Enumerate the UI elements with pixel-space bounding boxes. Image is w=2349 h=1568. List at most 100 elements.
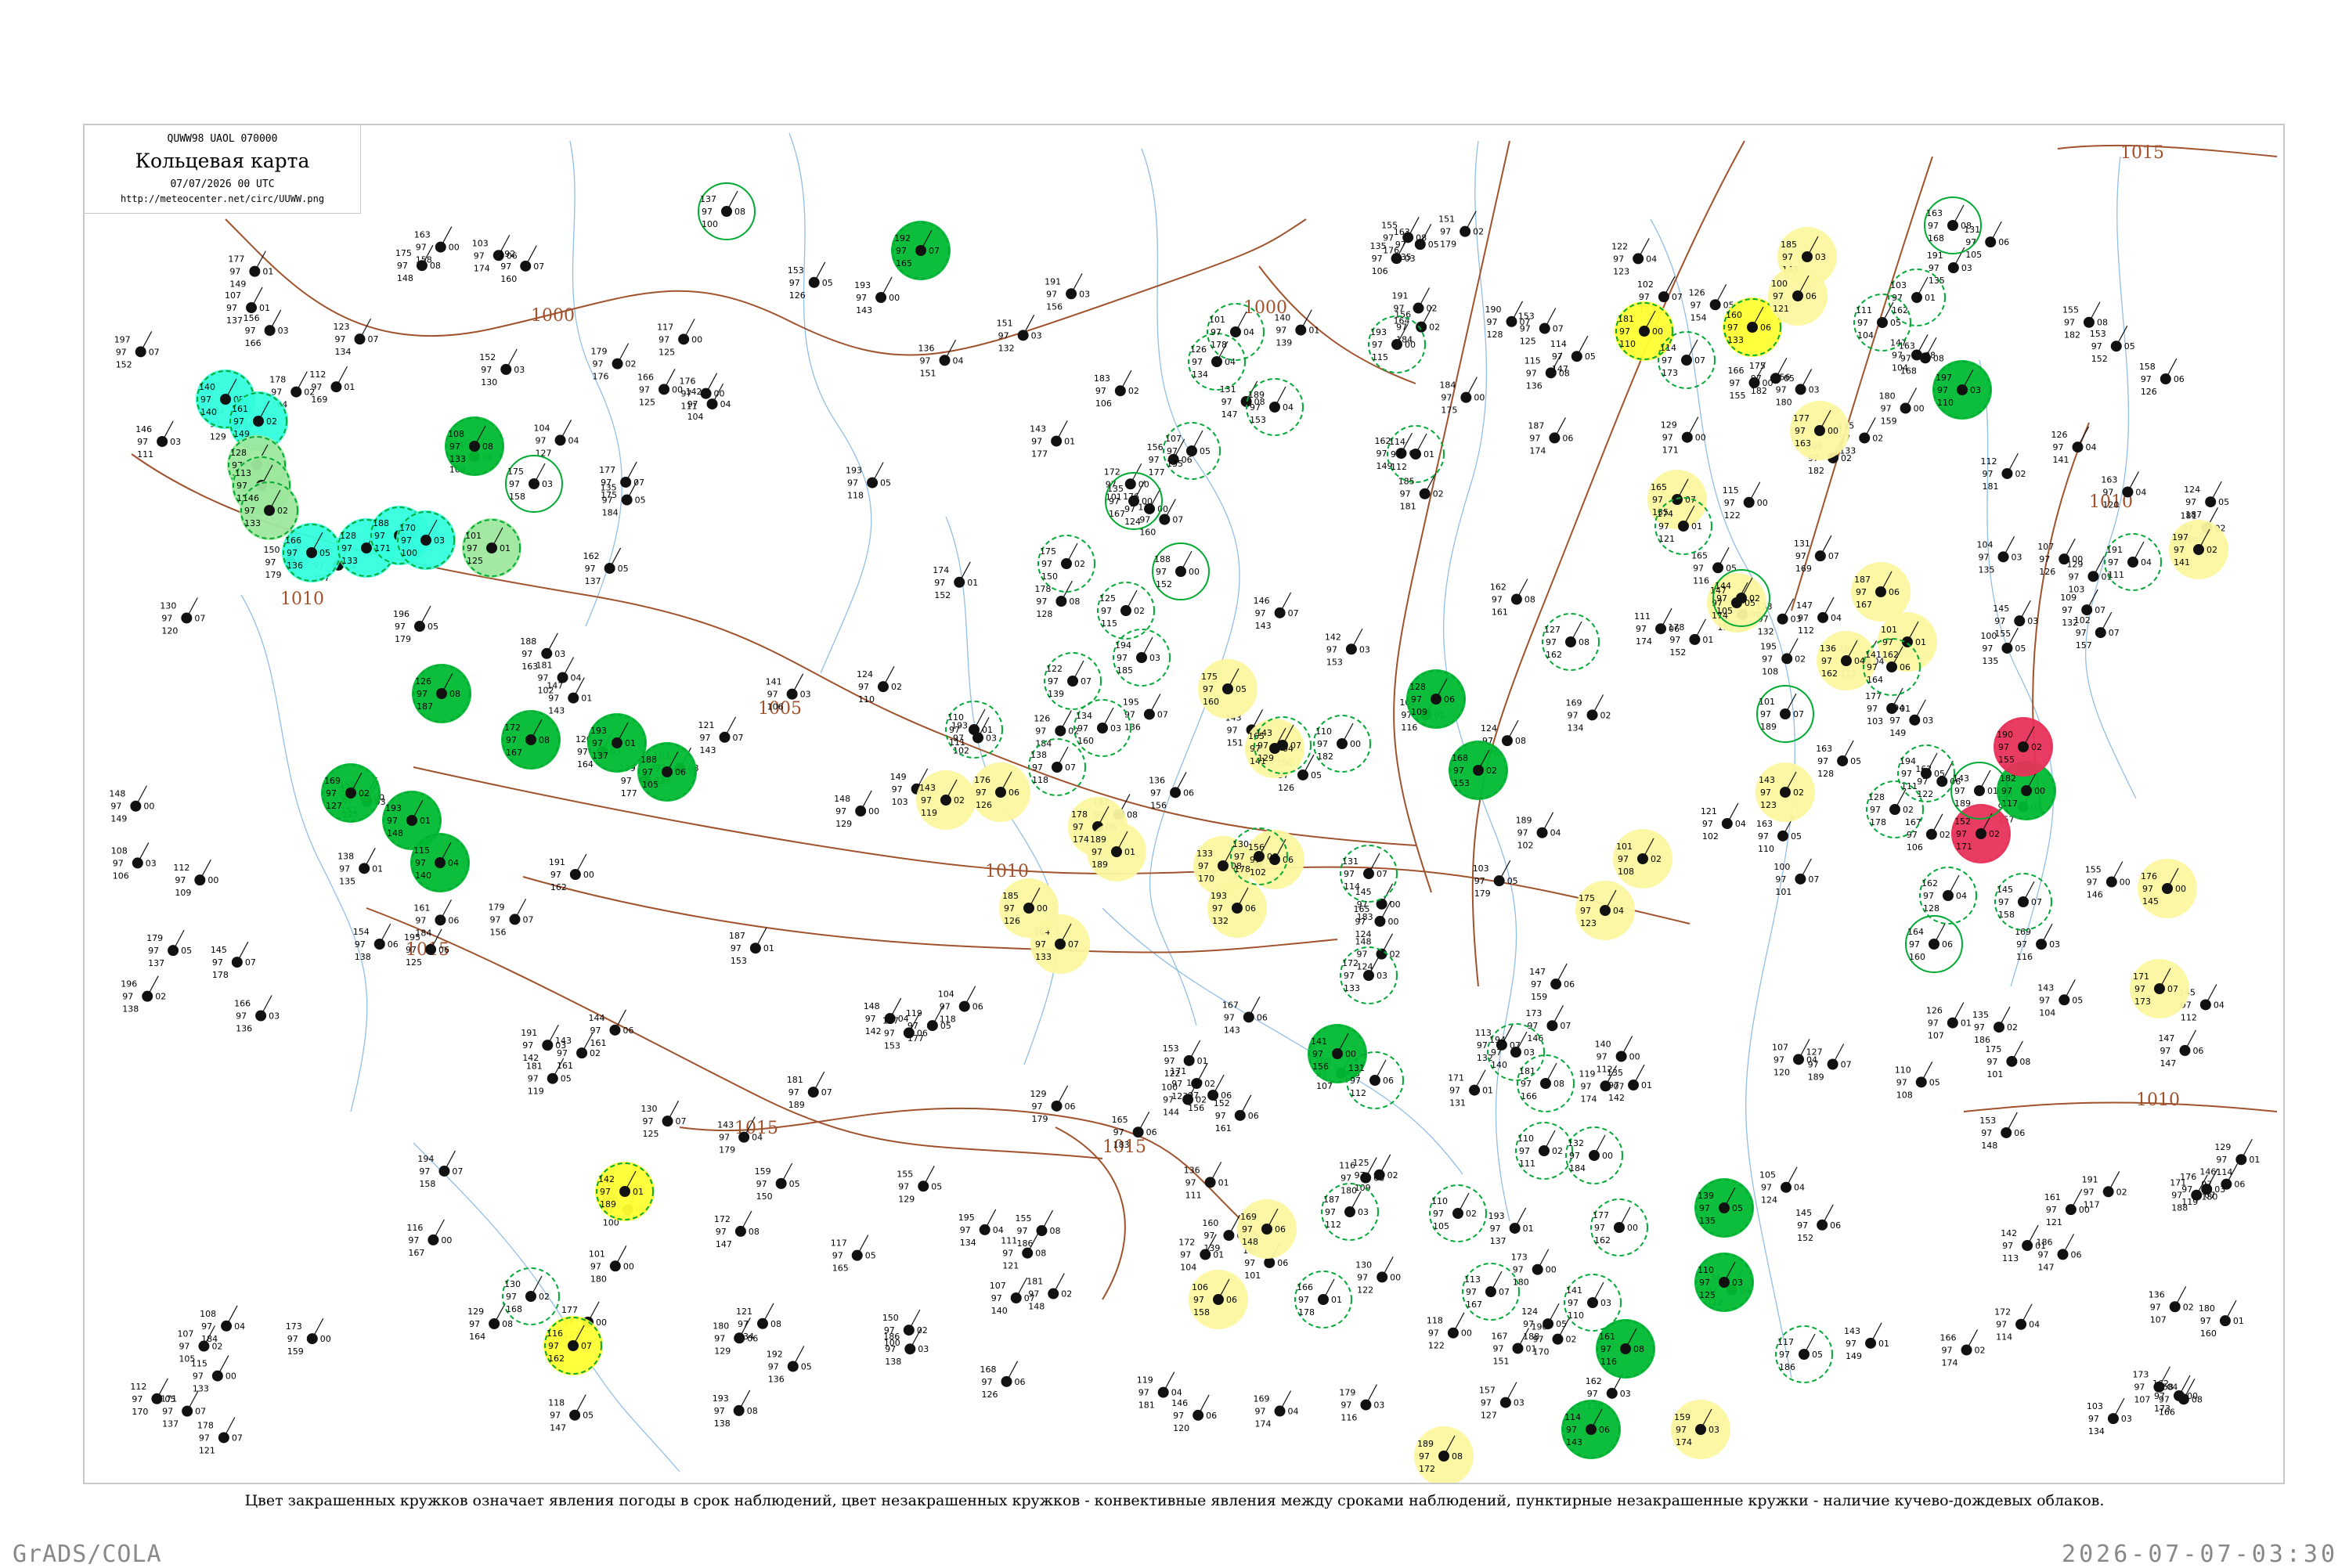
station-tendency: 03	[1524, 1047, 1535, 1058]
station-tendency: 07	[1157, 709, 1168, 719]
station-pressure: 160	[1202, 1218, 1218, 1228]
station-temp: 97	[1568, 1298, 1579, 1308]
station-pressure: 176	[2180, 1172, 2196, 1182]
station-dew: 179	[1032, 1114, 1048, 1124]
station-temp: 97	[1954, 786, 1965, 796]
station-temp: 97	[921, 795, 932, 806]
weather-station: 103 97 03 134	[2087, 1397, 2132, 1436]
station-tendency: 02	[1989, 829, 2000, 839]
station-temp: 97	[1519, 1146, 1530, 1156]
station-tendency: 02	[1651, 854, 1662, 864]
station-dew: 100	[702, 219, 718, 229]
station-temp: 97	[528, 1074, 539, 1084]
station-pressure: 154	[353, 927, 370, 937]
weather-station: 14797 04112	[1796, 597, 1842, 636]
station-tendency: 00	[1474, 393, 1485, 403]
station-temp: 97	[506, 1292, 517, 1302]
station-dew: 139	[1276, 338, 1292, 348]
station-pressure: 129	[2066, 559, 2083, 569]
station-tendency: 08	[747, 1406, 758, 1416]
weather-station: 185 97 00 126	[999, 878, 1059, 938]
station-temp: 97	[719, 1133, 730, 1143]
station-dew: 105	[642, 780, 659, 790]
weather-station: 153 97 05 152	[2090, 325, 2135, 364]
station-pressure: 100	[1771, 279, 1788, 289]
station-temp: 97	[536, 435, 547, 445]
station-tendency: 08	[749, 1227, 760, 1237]
station-dew: 138	[885, 1357, 901, 1367]
station-temp: 97	[1383, 232, 1394, 243]
station-temp: 97	[1317, 739, 1328, 749]
station-tendency: 03	[1815, 252, 1826, 262]
station-tendency: 03	[278, 326, 289, 336]
weather-station: 134 97 03 160	[1073, 699, 1131, 757]
weather-station: 126 97 01 107	[1926, 1002, 1972, 1041]
station-tendency: 04	[448, 858, 459, 868]
station-dew: 150	[1041, 571, 1058, 582]
station-temp: 97	[506, 735, 517, 745]
station-pressure: 131	[1342, 856, 1359, 867]
station-pressure: 110	[1315, 726, 1332, 737]
station-dew: 176	[593, 372, 609, 382]
station-pressure: 113	[1464, 1274, 1481, 1285]
station-pressure: 106	[1192, 1282, 1208, 1292]
station-tendency: 04	[2029, 1320, 2040, 1330]
station-pressure: 140	[199, 382, 215, 392]
station-pressure: 146	[1171, 1398, 1188, 1408]
weather-station: 13597 02186	[1972, 1006, 2018, 1045]
weather-station: 146 97 06 120	[1171, 1394, 1217, 1433]
weather-station: 193 97 06 132	[1207, 878, 1267, 938]
station-tendency: 02	[1387, 1170, 1398, 1181]
station-pressure: 100	[1161, 1083, 1178, 1093]
weather-station: 189 97 04 153	[1246, 378, 1304, 436]
station-temp: 97	[1164, 1056, 1175, 1066]
station-temp: 97	[2142, 884, 2153, 894]
station-tendency: 04	[752, 1133, 763, 1143]
station-temp: 97	[1113, 1127, 1124, 1137]
station-tendency: 08	[1267, 852, 1278, 862]
station-temp: 97	[548, 1341, 559, 1351]
station-dew: 110	[1758, 844, 1774, 854]
station-dew: 189	[1808, 1072, 1824, 1082]
weather-station: 179 97 07 156	[489, 899, 534, 937]
station-pressure: 104	[938, 989, 954, 1000]
weather-station: 121 97 07 143	[698, 716, 744, 755]
station-pressure: 102	[1637, 279, 1654, 290]
station-pressure: 175	[1201, 672, 1218, 682]
weather-station: 110 97 05 108	[1895, 1062, 1940, 1100]
station-tendency: 06	[1564, 979, 1575, 989]
weather-station: 192 97 07 160	[499, 245, 544, 284]
station-tendency: 06	[1669, 624, 1680, 634]
station-tendency: 05	[561, 1074, 572, 1084]
station-tendency: 00	[1390, 1272, 1401, 1282]
station-pressure: 142	[1325, 632, 1341, 642]
weather-station: 180 97 00 159	[1879, 387, 1925, 426]
station-pressure: 122	[1611, 241, 1628, 251]
map-url[interactable]: http://meteocenter.net/circ/UUWW.png	[85, 193, 360, 204]
station-dew: 182	[1808, 466, 1824, 476]
station-temp: 97	[509, 479, 520, 489]
station-pressure: 101	[1759, 697, 1775, 707]
station-temp: 97	[229, 267, 240, 277]
station-temp: 97	[397, 261, 408, 271]
station-pressure: 143	[717, 1120, 734, 1130]
station-temp: 97	[2087, 878, 2098, 888]
station-pressure: 126	[2051, 430, 2068, 440]
station-dew: 160	[1139, 528, 1156, 538]
station-tendency: 04	[1794, 1183, 1805, 1193]
weather-station: 17797 01103	[1865, 687, 1911, 726]
station-tendency: 08	[1069, 597, 1080, 607]
station-dew: 144	[1163, 1108, 1179, 1118]
station-temp: 97	[1928, 221, 1939, 231]
station-pressure: 190	[1485, 305, 1501, 315]
station-pressure: 141	[1566, 1285, 1582, 1296]
weather-station: 101 97 07 189	[1756, 685, 1814, 743]
station-tendency: 01	[500, 543, 511, 553]
station-dew: 152	[116, 359, 132, 369]
weather-station: 173 97 00 159	[286, 1317, 331, 1357]
station-dew: 152	[2091, 354, 2108, 364]
station-pressure: 181	[1618, 314, 1634, 324]
station-pressure: 156	[1147, 442, 1164, 452]
station-temp: 97	[639, 384, 650, 395]
station-temp: 97	[2181, 1184, 2192, 1195]
